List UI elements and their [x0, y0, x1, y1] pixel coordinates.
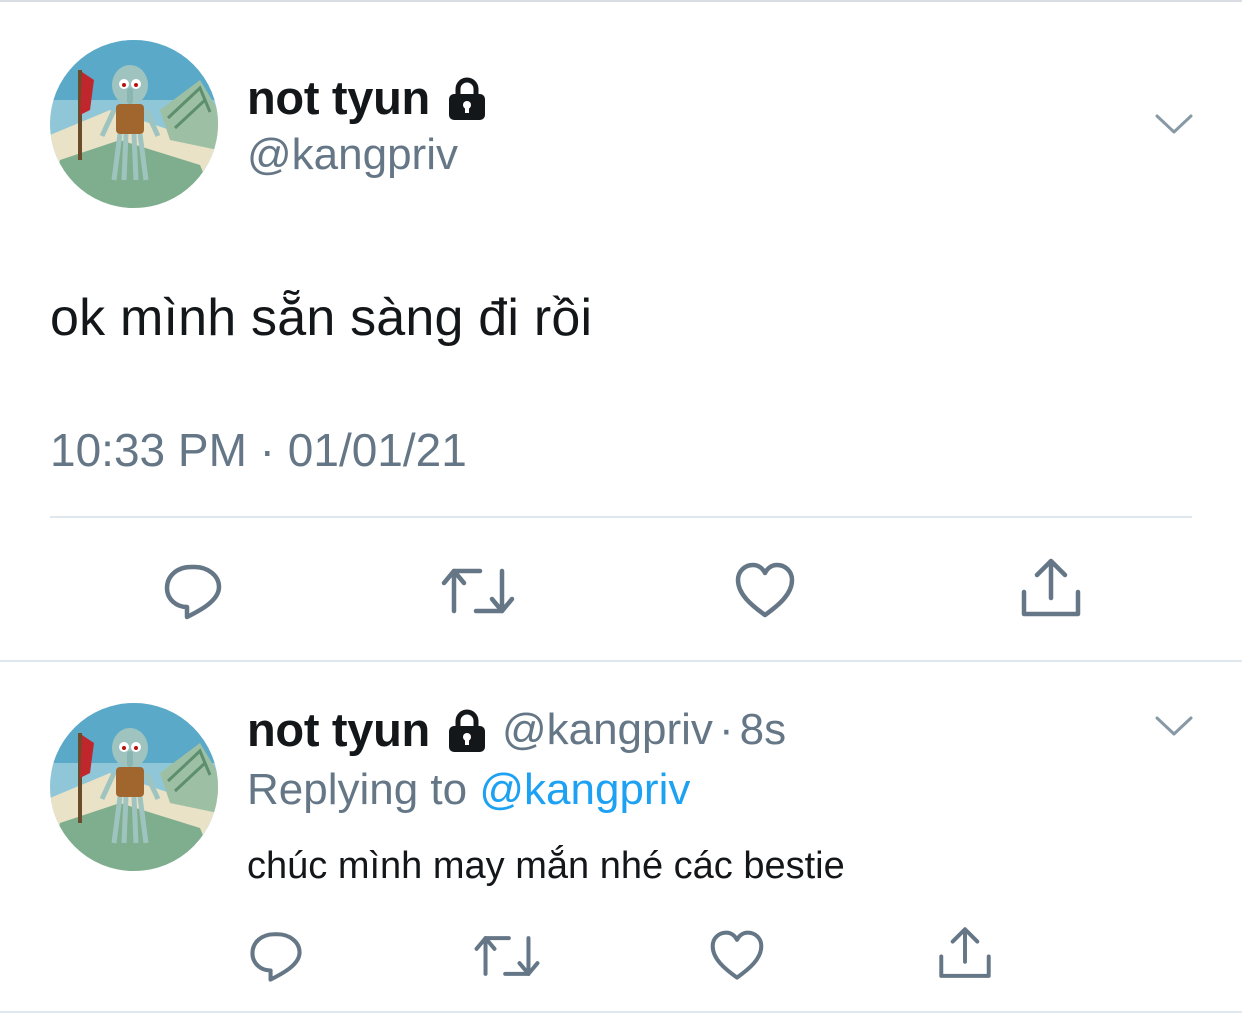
share-icon[interactable] — [934, 922, 996, 984]
author-name-row: not tyun — [247, 70, 490, 125]
reply-separator: · — [718, 704, 734, 754]
reply-display-name[interactable]: not tyun — [247, 702, 430, 757]
heart-icon[interactable] — [730, 558, 800, 624]
reply-author-row: not tyun @kangpriv · 8s — [247, 702, 786, 757]
replying-to-label: Replying to — [247, 765, 468, 814]
avatar[interactable] — [50, 40, 218, 208]
chevron-down-icon[interactable] — [1154, 112, 1194, 136]
top-border — [0, 0, 1242, 2]
display-name[interactable]: not tyun — [247, 70, 430, 125]
retweet-icon[interactable] — [440, 558, 516, 624]
avatar-image — [50, 703, 218, 871]
reply-handle[interactable]: @kangpriv — [502, 705, 713, 755]
handle[interactable]: @kangpriv — [247, 130, 458, 180]
divider — [50, 516, 1192, 518]
replying-to-handle[interactable]: @kangpriv — [479, 765, 690, 814]
lock-icon — [444, 75, 490, 121]
tweet-timestamp[interactable]: 10:33 PM · 01/01/21 — [50, 423, 467, 477]
reply-avatar[interactable] — [50, 703, 218, 871]
retweet-icon[interactable] — [472, 926, 542, 986]
tweet-text: ok mình sẵn sàng đi rồi — [50, 289, 593, 347]
reply-icon[interactable] — [246, 926, 306, 986]
chevron-down-icon[interactable] — [1154, 714, 1194, 738]
reply-icon[interactable] — [160, 558, 226, 624]
avatar-image — [50, 40, 218, 208]
lock-icon — [444, 707, 490, 753]
replying-to: Replying to @kangpriv — [247, 765, 690, 815]
share-icon[interactable] — [1016, 555, 1086, 621]
tweet-separator — [0, 660, 1242, 662]
heart-icon[interactable] — [706, 926, 768, 986]
bottom-divider — [0, 1011, 1242, 1013]
reply-text: chúc mình may mắn nhé các bestie — [247, 845, 845, 887]
reply-age[interactable]: 8s — [740, 705, 786, 755]
